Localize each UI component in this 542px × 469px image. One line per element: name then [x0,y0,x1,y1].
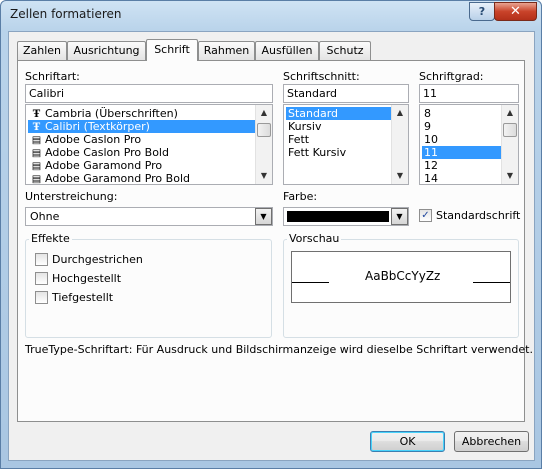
font-list-scrollbar[interactable]: ▲ ▼ [255,105,272,184]
ok-button[interactable]: OK [370,431,445,452]
font-label: Schriftart: [25,70,80,83]
list-item[interactable]: Kursiv [286,120,392,133]
scroll-up-icon[interactable]: ▲ [392,105,408,121]
opentype-icon: ▤ [31,174,42,185]
font-style-scrollbar[interactable]: ▲ ▼ [391,105,408,184]
standard-font-checkbox[interactable]: ✓ [419,209,432,222]
font-item-label: Adobe Caslon Pro [45,133,142,146]
list-item[interactable]: 12 [422,159,502,172]
underline-label: Unterstreichung: [25,190,118,203]
standard-font-label: Standardschrift [436,209,521,222]
subscript-label: Tiefgestellt [52,291,114,304]
strikethrough-label: Durchgestrichen [52,253,143,266]
font-info-text: TrueType-Schriftart: Für Ausdruck und Bi… [25,343,533,356]
dialog-window: Zellen formatieren ? ✕ Zahlen Ausrichtun… [0,0,542,469]
superscript-label: Hochgestellt [52,272,122,285]
font-size-input[interactable]: 11 [419,84,519,103]
list-item[interactable]: Fett [286,133,392,146]
list-item[interactable]: ▤ Adobe Garamond Pro [28,159,255,172]
close-button[interactable]: ✕ [494,2,537,21]
list-item[interactable]: 10 [422,133,502,146]
scroll-up-icon[interactable]: ▲ [256,105,272,121]
chevron-down-icon[interactable]: ▼ [255,208,272,225]
underline-value: Ohne [30,210,60,223]
list-item-selected[interactable]: 11 [422,146,502,159]
strikethrough-checkbox[interactable] [35,253,48,266]
font-item-label: Cambria (Überschriften) [45,107,178,120]
scroll-thumb[interactable] [503,123,517,137]
list-item-selected[interactable]: Ŧ Calibri (Textkörper) [28,120,255,133]
list-item[interactable]: 9 [422,120,502,133]
tab-panel-schrift: Schriftart: Calibri Ŧ Cambria (Überschrif… [17,60,533,422]
superscript-checkbox[interactable] [35,272,48,285]
color-label: Farbe: [283,190,318,203]
scroll-down-icon[interactable]: ▼ [256,168,272,184]
tab-zahlen[interactable]: Zahlen [17,41,67,60]
preview-sample: AaBbCcYyZz [365,269,441,283]
font-style-list[interactable]: Standard Kursiv Fett Fett Kursiv ▲ ▼ [283,104,409,185]
underline-select[interactable]: Ohne ▼ [25,207,273,226]
font-item-label: Adobe Garamond Pro [45,159,163,172]
font-size-list[interactable]: 8 9 10 11 12 14 ▲ ▼ [419,104,519,185]
subscript-checkbox[interactable] [35,291,48,304]
preview-baseline-left [292,282,329,283]
scroll-up-icon[interactable]: ▲ [502,105,518,121]
list-item[interactable]: Ŧ Cambria (Überschriften) [28,107,255,120]
cancel-button[interactable]: Abbrechen [454,431,529,452]
effects-title: Effekte [29,232,72,245]
tab-schrift[interactable]: Schrift [146,39,198,61]
color-swatch [287,211,389,222]
font-size-scrollbar[interactable]: ▲ ▼ [501,105,518,184]
font-name-input[interactable]: Calibri [25,84,273,103]
tab-schutz[interactable]: Schutz [319,41,371,60]
chevron-down-icon[interactable]: ▼ [391,208,408,225]
list-item[interactable]: 8 [422,107,502,120]
window-title: Zellen formatieren [10,7,122,21]
scroll-down-icon[interactable]: ▼ [392,168,408,184]
preview-baseline-right [473,282,510,283]
help-button[interactable]: ? [469,2,495,21]
list-item[interactable]: 14 [422,172,502,184]
preview-box: AaBbCcYyZz [291,251,511,303]
font-style-label: Schriftschnitt: [283,70,360,83]
list-item[interactable]: Fett Kursiv [286,146,392,159]
scroll-thumb[interactable] [257,123,271,137]
list-item[interactable]: ▤ Adobe Garamond Pro Bold [28,172,255,185]
title-bar[interactable]: Zellen formatieren ? ✕ [1,1,541,29]
dialog-body: Zahlen Ausrichtung Schrift Rahmen Ausfül… [8,31,535,461]
font-item-label: Calibri (Textkörper) [45,120,150,133]
font-item-label: Adobe Caslon Pro Bold [45,146,169,159]
font-item-label: Adobe Garamond Pro Bold [45,172,190,185]
tab-ausfuellen[interactable]: Ausfüllen [255,41,319,60]
color-select[interactable]: ▼ [283,207,409,226]
font-style-input[interactable]: Standard [283,84,409,103]
tab-rahmen[interactable]: Rahmen [198,41,255,60]
list-item[interactable]: ▤ Adobe Caslon Pro Bold [28,146,255,159]
font-list[interactable]: Ŧ Cambria (Überschriften) Ŧ Calibri (Textk… [25,104,273,185]
scroll-down-icon[interactable]: ▼ [502,168,518,184]
list-item-selected[interactable]: Standard [286,107,392,120]
tab-ausrichtung[interactable]: Ausrichtung [67,41,146,60]
font-size-label: Schriftgrad: [419,70,484,83]
list-item[interactable]: ▤ Adobe Caslon Pro [28,133,255,146]
preview-title: Vorschau [287,232,342,245]
